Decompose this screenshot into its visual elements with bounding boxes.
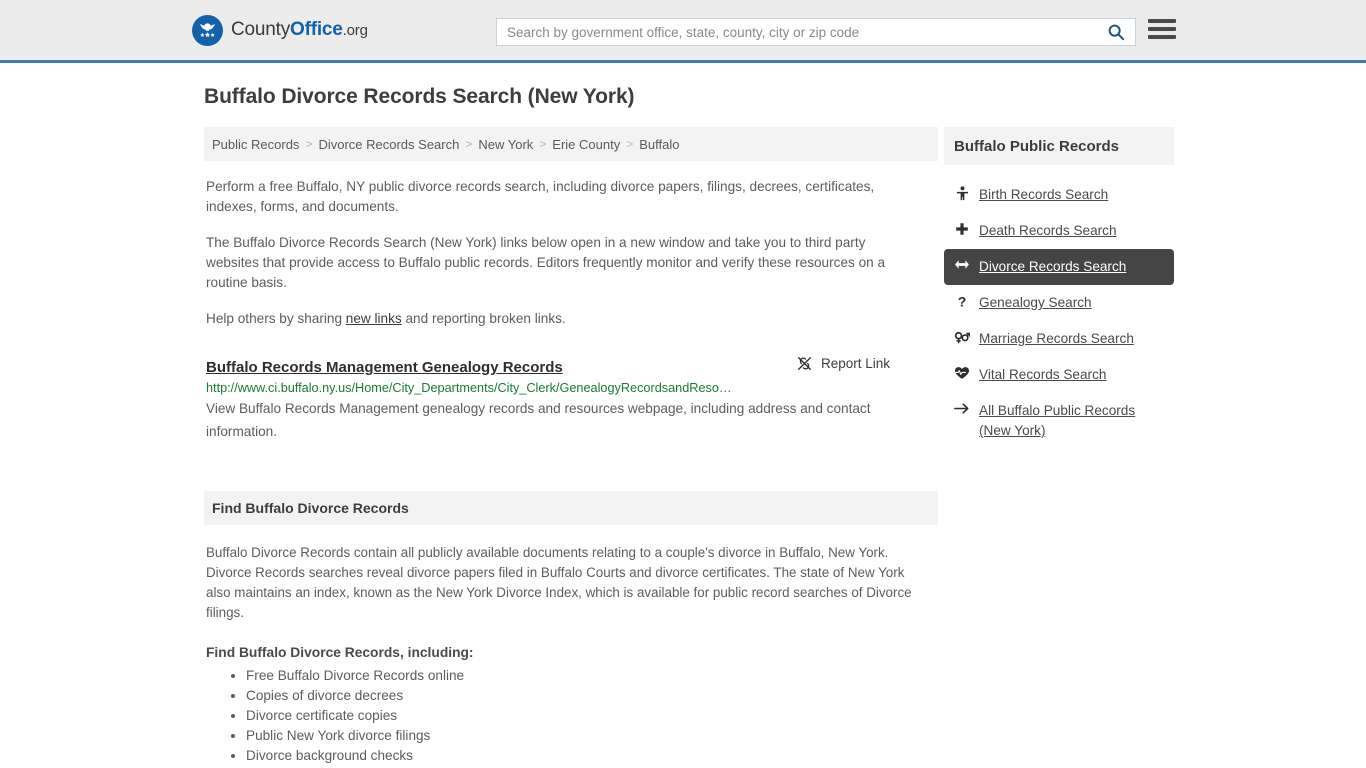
report-link-button[interactable]: Report Link: [796, 355, 890, 372]
logo-text-org: .org: [342, 22, 368, 39]
svg-text:?: ?: [958, 294, 967, 309]
breadcrumb-item-new-york[interactable]: New York: [478, 137, 533, 152]
list-item: Free Buffalo Divorce Records online: [246, 666, 938, 686]
list-item: Divorce background checks: [246, 746, 938, 766]
breadcrumb-item-buffalo: Buffalo: [639, 136, 680, 152]
search-bar[interactable]: [496, 18, 1136, 46]
cross-icon: [954, 221, 970, 236]
intro-paragraph-3: Help others by sharing new links and rep…: [206, 309, 911, 329]
share-text-after: and reporting broken links.: [401, 311, 566, 326]
arrow-right-icon: [954, 401, 970, 415]
arrows-left-right-icon: [954, 257, 970, 271]
sidebar-item-label: Genealogy Search: [979, 295, 1092, 310]
section-body-text: Buffalo Divorce Records contain all publ…: [206, 545, 912, 620]
page-container: Buffalo Divorce Records Search (New York…: [0, 63, 1366, 766]
site-logo-text: CountyOffice.org: [231, 19, 368, 41]
result-header-row: Buffalo Records Management Genealogy Rec…: [206, 355, 938, 376]
section-list-title: Find Buffalo Divorce Records, including:: [206, 645, 474, 660]
logo-text-office: Office: [290, 19, 343, 40]
site-header: CountyOffice.org: [0, 0, 1366, 63]
sidebar-item-label: Death Records Search: [979, 223, 1117, 238]
venus-mars-icon: [954, 329, 970, 344]
sidebar-item-genealogy-search[interactable]: ? Genealogy Search: [944, 285, 1174, 321]
sidebar-item-label: Divorce Records Search: [979, 259, 1127, 274]
section-heading: Find Buffalo Divorce Records: [204, 491, 938, 525]
sidebar-item-vital-records-search[interactable]: Vital Records Search: [944, 357, 1174, 393]
list-item: Public New York divorce filings: [246, 726, 938, 746]
sidebar-item-label: Vital Records Search: [979, 367, 1107, 382]
sidebar-item-label: All Buffalo Public Records (New York): [979, 403, 1136, 438]
heartbeat-icon: [954, 365, 970, 380]
sidebar-item-marriage-records-search[interactable]: Marriage Records Search: [944, 321, 1174, 357]
baby-icon: [954, 185, 970, 201]
broken-link-icon: [797, 357, 811, 370]
find-records-section: Find Buffalo Divorce Records Buffalo Div…: [204, 491, 938, 766]
logo-text-county: County: [231, 19, 291, 40]
sidebar-item-death-records-search[interactable]: Death Records Search: [944, 213, 1174, 249]
search-icon: [1108, 24, 1125, 41]
breadcrumb-item-erie-county[interactable]: Erie County: [552, 137, 620, 152]
sidebar-item-divorce-records-search[interactable]: Divorce Records Search: [944, 249, 1174, 285]
search-input[interactable]: [497, 24, 1103, 40]
result-description: View Buffalo Records Management genealog…: [206, 401, 871, 439]
eagle-stars-seal-icon: [192, 14, 223, 46]
breadcrumb: Public Records > Divorce Records Search …: [204, 127, 938, 161]
breadcrumb-separator: >: [305, 137, 313, 151]
share-text-before: Help others by sharing: [206, 311, 346, 326]
sidebar-item-label: Marriage Records Search: [979, 331, 1134, 346]
intro-paragraph-2: The Buffalo Divorce Records Search (New …: [206, 235, 886, 290]
content-columns: Public Records > Divorce Records Search …: [204, 127, 1366, 766]
main-content: Public Records > Divorce Records Search …: [204, 127, 938, 766]
report-link-label: Report Link: [820, 356, 890, 371]
breadcrumb-separator: >: [465, 137, 473, 151]
breadcrumb-item-public-records[interactable]: Public Records: [212, 137, 299, 152]
hamburger-menu-icon[interactable]: [1148, 19, 1176, 39]
search-button[interactable]: [1103, 23, 1135, 41]
list-item: Copies of divorce decrees: [246, 686, 938, 706]
intro-paragraph-1: Perform a free Buffalo, NY public divorc…: [206, 179, 875, 214]
sidebar-item-birth-records-search[interactable]: Birth Records Search: [944, 177, 1174, 213]
sidebar-list: Birth Records Search Death Records Searc…: [944, 177, 1174, 449]
sidebar: Buffalo Public Records Birth Records Sea…: [944, 127, 1174, 766]
list-item: Divorce certificate copies: [246, 706, 938, 726]
result-item: Buffalo Records Management Genealogy Rec…: [206, 355, 938, 443]
new-links-link[interactable]: new links: [346, 311, 402, 326]
hamburger-bar: [1148, 27, 1176, 31]
result-title-link[interactable]: Buffalo Records Management Genealogy Rec…: [206, 359, 563, 376]
hamburger-bar: [1148, 35, 1176, 39]
breadcrumb-item-divorce-records-search[interactable]: Divorce Records Search: [318, 137, 459, 152]
breadcrumb-separator: >: [626, 137, 634, 151]
breadcrumb-separator: >: [539, 137, 547, 151]
site-logo[interactable]: CountyOffice.org: [192, 14, 368, 46]
question-mark-icon: ?: [954, 293, 970, 309]
hamburger-bar: [1148, 19, 1176, 23]
sidebar-item-label: Birth Records Search: [979, 187, 1109, 202]
records-bullet-list: Free Buffalo Divorce Records online Copi…: [204, 666, 938, 766]
result-url: http://www.ci.buffalo.ny.us/Home/City_De…: [206, 381, 732, 395]
sidebar-heading: Buffalo Public Records: [944, 127, 1174, 165]
page-title: Buffalo Divorce Records Search (New York…: [204, 85, 635, 108]
sidebar-item-all-buffalo-public-records[interactable]: All Buffalo Public Records (New York): [944, 393, 1174, 449]
